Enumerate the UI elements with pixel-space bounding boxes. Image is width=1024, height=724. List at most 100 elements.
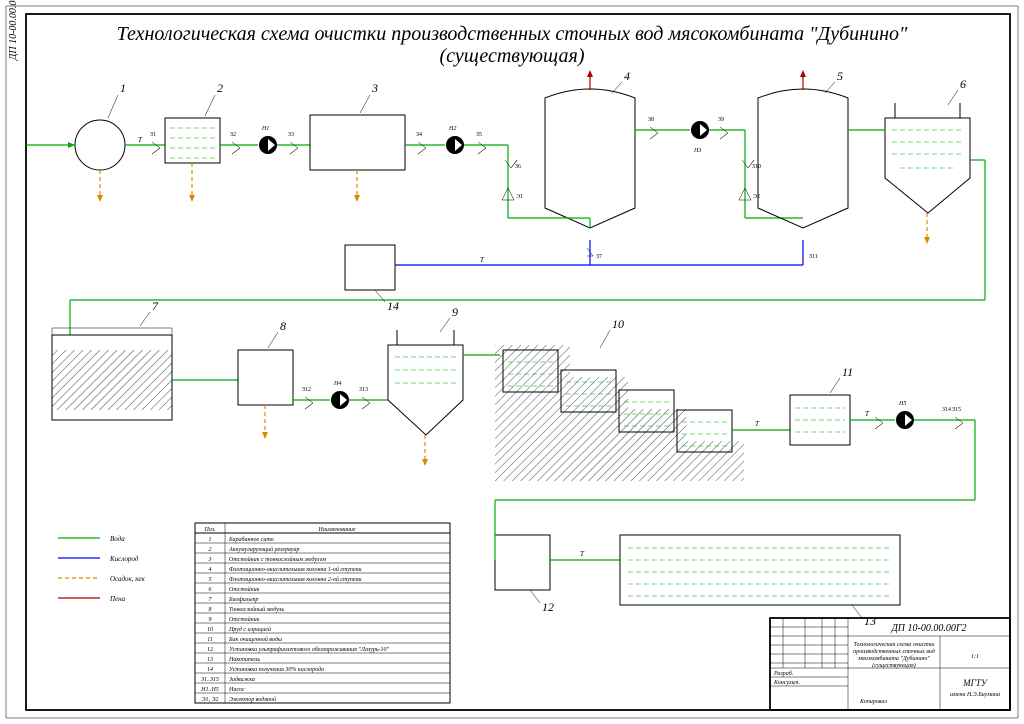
svg-text:Отстойник: Отстойник [229, 616, 260, 623]
svg-text:Н5: Н5 [898, 401, 906, 407]
svg-text:З3: З3 [288, 132, 294, 138]
svg-text:10: 10 [207, 627, 213, 633]
svg-text:Консульт.: Консульт. [773, 680, 800, 686]
valve-z8: З8 [648, 117, 658, 139]
svg-text:Т: Т [138, 136, 143, 144]
svg-text:З4: З4 [416, 132, 422, 138]
svg-text:З11: З11 [809, 254, 818, 260]
eq-14: 14 [345, 245, 399, 313]
svg-text:З8: З8 [648, 117, 654, 123]
eq-10: 10 [495, 317, 744, 481]
title-line1: Технологическая схема очистки производст… [117, 23, 908, 45]
eq-8: 8 [238, 319, 293, 439]
pump-h1: Н1 [259, 126, 277, 154]
pump-h2: Н2 [446, 126, 464, 154]
valve-z1: З1 [150, 132, 160, 154]
svg-text:13: 13 [207, 657, 213, 663]
svg-text:Установка ультрафиолетового об: Установка ультрафиолетового обеззаражива… [229, 646, 390, 653]
svg-text:9: 9 [452, 305, 458, 319]
svg-text:5: 5 [837, 69, 843, 83]
svg-text:ДП 10-00.00.00Г2: ДП 10-00.00.00Г2 [890, 623, 966, 634]
eq-5: 5 [758, 69, 848, 228]
svg-text:З2: З2 [230, 132, 236, 138]
svg-text:З1: З1 [150, 132, 156, 138]
pump-h5: Н5 [896, 401, 914, 429]
svg-text:8: 8 [209, 607, 212, 613]
svg-text:Н1: Н1 [261, 126, 269, 132]
svg-text:Э1, Э2: Э1, Э2 [202, 697, 219, 703]
svg-text:З14: З14 [942, 407, 951, 413]
svg-text:Насос: Насос [228, 687, 245, 693]
svg-text:Отстойник: Отстойник [229, 586, 260, 593]
svg-text:2: 2 [217, 81, 223, 95]
svg-text:12: 12 [207, 647, 213, 653]
svg-text:11: 11 [842, 365, 853, 379]
svg-text:З1..З15: З1..З15 [201, 677, 219, 683]
svg-text:4: 4 [624, 69, 630, 83]
svg-text:МГТУ: МГТУ [962, 678, 988, 688]
svg-text:Поз.: Поз. [203, 527, 215, 533]
valve-z2: З2 [230, 132, 240, 154]
svg-text:Э2: Э2 [753, 194, 760, 200]
valve-z15: З15 [952, 407, 963, 429]
drawing-sheet: ДП 10-00.00.00Г2 Технологическая схема о… [0, 0, 1024, 724]
valve-z13: З13 [359, 387, 370, 409]
svg-text:мясокомбината "Дубинино": мясокомбината "Дубинино" [857, 655, 930, 662]
svg-text:Биофильтр: Биофильтр [228, 596, 258, 603]
svg-text:Т: Т [480, 256, 485, 264]
title-block: ДП 10-00.00.00Г2 Технологическая схема о… [770, 618, 1010, 710]
svg-text:Н2: Н2 [448, 126, 456, 132]
svg-text:12: 12 [542, 600, 554, 614]
svg-text:14: 14 [387, 299, 399, 313]
svg-text:3: 3 [208, 557, 212, 563]
valve-z5: З5 [476, 132, 486, 154]
svg-text:Т: Т [865, 410, 870, 418]
svg-text:1: 1 [209, 537, 212, 543]
svg-text:9: 9 [209, 617, 212, 623]
svg-text:11: 11 [207, 637, 213, 643]
frame-code-side: ДП 10-00.00.00Г2 [8, 0, 19, 61]
svg-text:7: 7 [209, 597, 213, 603]
svg-text:Пена: Пена [109, 595, 126, 603]
svg-text:Установка получения 30% кислор: Установка получения 30% кислорода [229, 666, 324, 673]
eq-11: 11 [790, 365, 853, 445]
svg-text:производственных сточных вод: производственных сточных вод [853, 648, 935, 655]
eq-13: 13 [620, 535, 900, 628]
svg-text:З5: З5 [476, 132, 482, 138]
svg-text:(существующая): (существующая) [872, 662, 916, 669]
svg-text:З15: З15 [952, 407, 961, 413]
svg-text:Н3: Н3 [693, 148, 701, 154]
valve-z4: З4 [416, 132, 426, 154]
svg-text:Осадок, кек: Осадок, кек [110, 575, 146, 583]
svg-text:2: 2 [209, 547, 212, 553]
legend: Вода Кислород Осадок, кек Пена [58, 535, 146, 603]
eq-2-tank: 2 [165, 81, 223, 202]
svg-text:Н4: Н4 [333, 380, 341, 387]
valve-z12: З12 [302, 387, 313, 409]
svg-text:1:1: 1:1 [971, 654, 979, 660]
svg-text:З12: З12 [302, 387, 311, 393]
svg-text:Технологическая схема очистки: Технологическая схема очистки [854, 642, 935, 648]
svg-text:10: 10 [612, 317, 624, 331]
svg-text:14: 14 [207, 666, 213, 673]
svg-text:З13: З13 [359, 387, 368, 393]
svg-text:Аккумулирующий резервуар: Аккумулирующий резервуар [228, 546, 299, 553]
svg-text:Барабанное сито: Барабанное сито [228, 536, 274, 543]
svg-text:Кислород: Кислород [109, 555, 139, 563]
svg-text:Э1: Э1 [516, 194, 523, 200]
svg-text:Эжектор водяной: Эжектор водяной [229, 696, 276, 703]
svg-text:Флотационно-окислительная коло: Флотационно-окислительная колонна 1-ой с… [229, 566, 362, 573]
svg-text:имени Н.Э.Баумана: имени Н.Э.Баумана [950, 692, 1000, 698]
svg-text:З9: З9 [718, 117, 724, 123]
eq-4: 4 [545, 69, 635, 228]
svg-text:Н1..Н5: Н1..Н5 [200, 687, 219, 693]
svg-text:Тонкослойный модуль: Тонкослойный модуль [229, 606, 284, 613]
svg-text:Бак очищенной воды: Бак очищенной воды [228, 636, 282, 643]
eq-1-drum: 1 [75, 81, 126, 202]
svg-text:Задвижка: Задвижка [229, 676, 255, 683]
svg-text:5: 5 [209, 577, 212, 583]
svg-text:Накопитель: Накопитель [228, 657, 260, 663]
eq-6: 6 [885, 77, 970, 244]
svg-text:З6: З6 [515, 164, 521, 170]
svg-text:Разраб.: Разраб. [773, 670, 793, 677]
